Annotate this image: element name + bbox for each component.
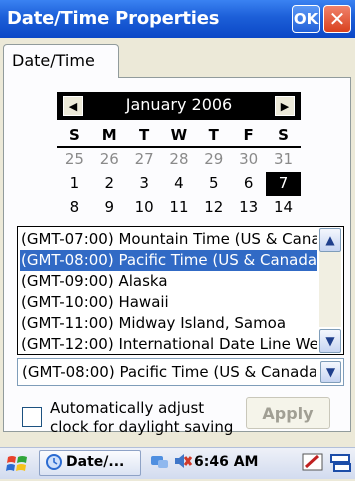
week-row: 8 9 10 11 12 13 14 <box>57 196 301 220</box>
calendar-header: ◀ January 2006 ▶ <box>57 92 301 120</box>
calendar-day[interactable]: 13 <box>231 196 266 220</box>
calendar-day[interactable]: 11 <box>162 196 197 220</box>
calendar-day[interactable]: 9 <box>92 196 127 220</box>
calendar-day[interactable]: 6 <box>231 172 266 196</box>
calendar-day[interactable]: 3 <box>127 172 162 196</box>
calendar-day[interactable]: 26 <box>92 148 127 172</box>
week-row: 25 26 27 28 29 30 31 <box>57 148 301 172</box>
weekday-label: M <box>101 126 117 144</box>
calendar-day[interactable]: 8 <box>57 196 92 220</box>
week-row: 1 2 3 4 5 6 7 <box>57 172 301 196</box>
speaker-icon[interactable] <box>173 451 193 475</box>
weekday-label: T <box>138 126 150 144</box>
calendar-day-selected[interactable]: 7 <box>266 172 301 196</box>
chevron-up-icon: ▲ <box>325 233 335 247</box>
pen-input-icon[interactable] <box>302 451 324 473</box>
chevron-down-icon: ▼ <box>325 334 335 348</box>
weekday-label: W <box>170 126 188 144</box>
calendar-day[interactable]: 1 <box>57 172 92 196</box>
chevron-down-icon: ▼ <box>325 365 336 379</box>
next-month-button[interactable]: ▶ <box>275 96 295 116</box>
calendar-day[interactable]: 12 <box>196 196 231 220</box>
calendar-day[interactable]: 2 <box>92 172 127 196</box>
calendar-day[interactable]: 29 <box>196 148 231 172</box>
calendar-day[interactable]: 14 <box>266 196 301 220</box>
weekday-label: S <box>69 126 80 144</box>
weekday-label: S <box>278 126 289 144</box>
window-title: Date/Time Properties <box>7 8 220 29</box>
calendar-day[interactable]: 30 <box>231 148 266 172</box>
timezone-option-selected[interactable]: (GMT-08:00) Pacific Time (US & Canada) <box>20 250 317 271</box>
calendar-day[interactable]: 28 <box>162 148 197 172</box>
taskbar-date-time-button[interactable]: Date/... <box>39 450 141 476</box>
keyboard-icon[interactable] <box>330 452 352 474</box>
prev-month-button[interactable]: ◀ <box>63 96 83 116</box>
clock-time[interactable]: 6:46 AM <box>194 454 258 470</box>
system-tray: 6:46 AM <box>146 450 296 476</box>
daylight-label-line2: clock for daylight saving <box>50 418 234 436</box>
timezone-option[interactable]: (GMT-09:00) Alaska <box>20 271 317 292</box>
timezone-combo[interactable]: (GMT-08:00) Pacific Time (US & Canada) ▼ <box>17 358 344 386</box>
daylight-label-line1: Automatically adjust <box>50 399 205 417</box>
tab-date-time[interactable]: Date/Time <box>3 44 119 78</box>
right-arrow-icon: ▶ <box>280 99 290 113</box>
calendar-day[interactable]: 31 <box>266 148 301 172</box>
calendar-day[interactable]: 25 <box>57 148 92 172</box>
apply-button[interactable]: Apply <box>246 397 330 429</box>
close-button[interactable]: ✕ <box>323 5 351 33</box>
left-arrow-icon: ◀ <box>68 99 78 113</box>
calendar-day[interactable]: 10 <box>127 196 162 220</box>
calendar-day[interactable]: 27 <box>127 148 162 172</box>
daylight-saving-label[interactable]: Automatically adjust clock for daylight … <box>50 399 250 437</box>
weekday-divider <box>57 146 301 148</box>
calendar-grid: S M T W T F S 25 26 27 28 29 30 31 1 2 3… <box>57 124 301 220</box>
weekday-label: F <box>243 126 254 144</box>
weekday-row: S M T W T F S <box>57 124 301 148</box>
calendar-day[interactable]: 4 <box>162 172 197 196</box>
taskbar-task-label: Date/... <box>66 454 125 470</box>
scroll-up-button[interactable]: ▲ <box>319 228 341 252</box>
network-icon[interactable] <box>150 452 170 474</box>
timezone-value: (GMT-08:00) Pacific Time (US & Canada) <box>22 363 316 381</box>
scroll-down-button[interactable]: ▼ <box>319 329 341 353</box>
weekday-label: T <box>208 126 219 144</box>
timezone-dropdown-button[interactable]: ▼ <box>320 361 341 383</box>
windows-flag-icon[interactable] <box>6 453 30 475</box>
daylight-saving-checkbox[interactable] <box>22 407 42 427</box>
timezone-dropdown-list[interactable]: (GMT-07:00) Mountain Time (US & Canada) … <box>17 226 344 355</box>
timezone-option[interactable]: (GMT-07:00) Mountain Time (US & Canada) <box>20 229 317 250</box>
clock-settings-icon <box>45 453 63 475</box>
timezone-option[interactable]: (GMT-12:00) International Date Line West <box>20 334 317 355</box>
ok-button[interactable]: OK <box>292 5 320 33</box>
close-icon: ✕ <box>328 7 346 31</box>
title-bar: Date/Time Properties OK ✕ <box>0 0 355 38</box>
taskbar: Date/... 6:46 AM <box>0 447 355 479</box>
month-label[interactable]: January 2006 <box>93 95 265 114</box>
timezone-option[interactable]: (GMT-10:00) Hawaii <box>20 292 317 313</box>
scrollbar-track[interactable] <box>319 252 341 327</box>
timezone-option[interactable]: (GMT-11:00) Midway Island, Samoa <box>20 313 317 334</box>
calendar-day[interactable]: 5 <box>196 172 231 196</box>
